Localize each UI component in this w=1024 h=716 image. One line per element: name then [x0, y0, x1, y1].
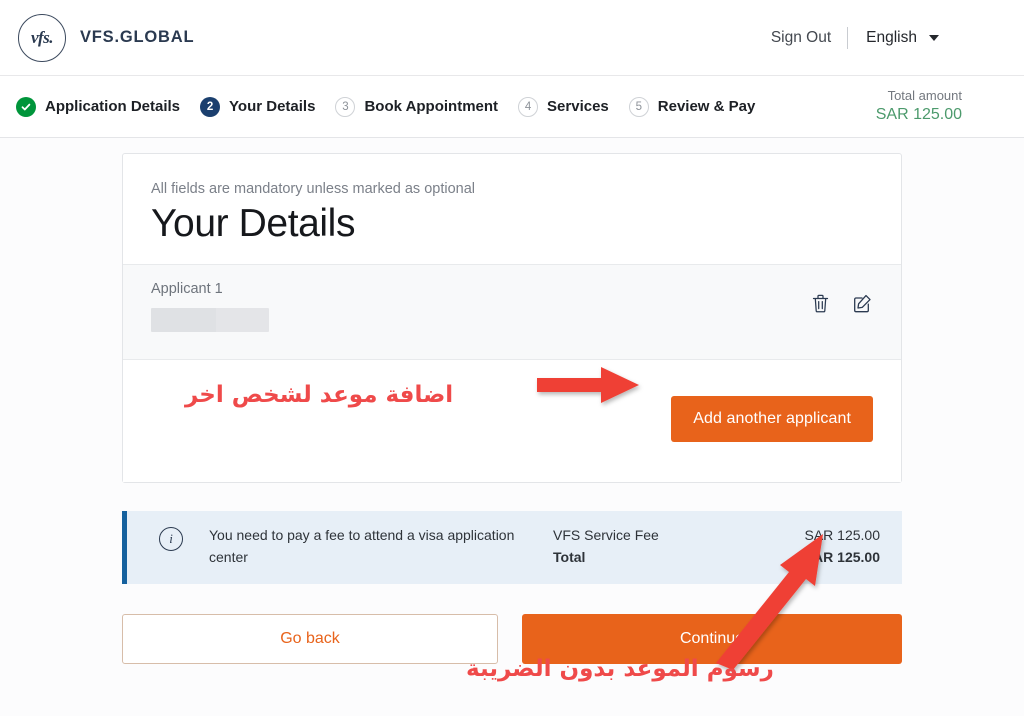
- your-details-card: All fields are mandatory unless marked a…: [122, 153, 902, 483]
- sign-out-link[interactable]: Sign Out: [755, 29, 847, 47]
- total-amount-label: Total amount: [887, 88, 962, 104]
- vfs-logo-icon: vfs.: [18, 13, 66, 62]
- header-actions: Sign Out English: [755, 26, 1004, 49]
- step-1-badge-complete: [16, 96, 36, 117]
- step-2-badge: 2: [200, 96, 221, 117]
- step-review-and-pay[interactable]: 5 Review & Pay: [628, 96, 756, 117]
- continue-button[interactable]: Continue: [522, 614, 902, 665]
- applicant-info: Applicant 1: [151, 281, 811, 332]
- info-circle-icon: i: [159, 526, 183, 551]
- content-container: All fields are mandatory unless marked a…: [122, 153, 902, 665]
- step-3-label: Book Appointment: [364, 98, 499, 115]
- fee-info-bar: i You need to pay a fee to attend a visa…: [122, 510, 902, 585]
- applicant-row: Applicant 1: [123, 263, 901, 359]
- step-application-details[interactable]: Application Details: [16, 96, 181, 117]
- fee-amount-service: SAR 125.00: [804, 526, 881, 543]
- step-4-badge: 4: [518, 96, 539, 117]
- language-selector[interactable]: English: [848, 29, 949, 47]
- fee-amount-total: SAR 125.00: [803, 548, 880, 565]
- step-book-appointment[interactable]: 3 Book Appointment: [335, 96, 499, 117]
- brand-logo[interactable]: vfs. VFS.GLOBAL: [18, 13, 195, 62]
- add-another-applicant-button[interactable]: Add another applicant: [671, 395, 873, 442]
- applicant-label: Applicant 1: [151, 280, 223, 297]
- step-4-label: Services: [547, 98, 609, 115]
- card-header: All fields are mandatory unless marked a…: [123, 154, 901, 264]
- fee-name-service: VFS Service Fee: [553, 526, 659, 543]
- total-amount-value: SAR 125.00: [875, 105, 962, 123]
- site-header: vfs. VFS.GLOBAL Sign Out English: [0, 0, 1024, 76]
- fee-breakdown-table: VFS Service Fee SAR 125.00 Total SAR 125…: [553, 525, 880, 568]
- applicant-row-actions: [811, 281, 873, 314]
- step-5-badge: 5: [628, 96, 649, 117]
- fee-line-total: Total SAR 125.00: [553, 547, 880, 569]
- step-5-label: Review & Pay: [657, 98, 756, 115]
- form-footer-actions: Go back Continue: [122, 614, 902, 665]
- mandatory-fields-note: All fields are mandatory unless marked a…: [151, 181, 475, 197]
- brand-name-text: VFS.GLOBAL: [80, 28, 195, 46]
- stepper-items: Application Details 2 Your Details 3 Boo…: [16, 96, 756, 117]
- step-3-badge: 3: [335, 96, 356, 117]
- fee-info-message: You need to pay a fee to attend a visa a…: [209, 526, 515, 565]
- step-your-details[interactable]: 2 Your Details: [200, 96, 316, 117]
- edit-pencil-icon[interactable]: [852, 293, 873, 314]
- total-amount-block: Total amount SAR 125.00: [876, 88, 1004, 124]
- trash-icon[interactable]: [811, 293, 830, 314]
- progress-stepper: Application Details 2 Your Details 3 Boo…: [0, 76, 1024, 138]
- add-applicant-row: Add another applicant: [123, 358, 901, 482]
- step-services[interactable]: 4 Services: [518, 96, 609, 117]
- page-title: Your Details: [151, 202, 356, 245]
- step-1-label: Application Details: [45, 98, 181, 115]
- applicant-name-redacted: [151, 307, 269, 332]
- page-body: All fields are mandatory unless marked a…: [0, 138, 1024, 716]
- chevron-down-icon: [929, 34, 939, 41]
- step-2-label: Your Details: [229, 98, 316, 115]
- fee-line-service: VFS Service Fee SAR 125.00: [553, 525, 880, 547]
- language-label: English: [866, 28, 917, 46]
- go-back-button[interactable]: Go back: [122, 614, 498, 665]
- fee-name-total: Total: [553, 548, 586, 565]
